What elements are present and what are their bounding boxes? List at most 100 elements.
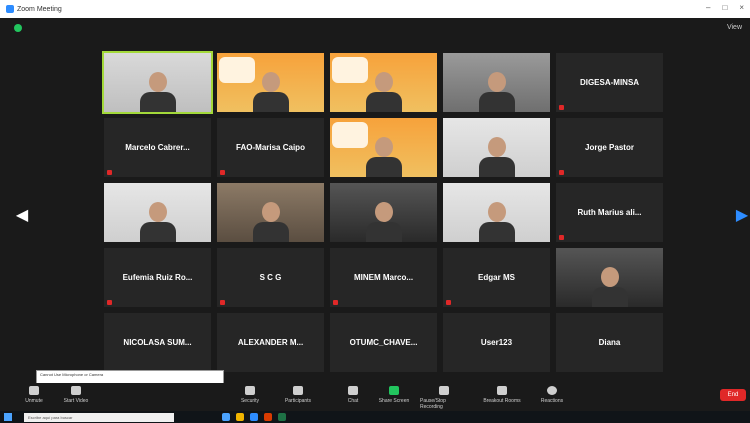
body-shape [252,92,289,112]
muted-microphone-icon [446,300,451,305]
video-feed [443,183,550,242]
participant-tile[interactable] [330,118,437,177]
muted-microphone-icon [559,235,564,240]
participant-tile[interactable] [330,183,437,242]
share-screen-icon [389,386,399,395]
head-shape [487,202,506,222]
participant-name: Diana [598,338,621,347]
participant-tile[interactable]: Edgar MS [443,248,550,307]
muted-microphone-icon [559,170,564,175]
toolbar-button-label: Security [240,398,260,404]
meeting-info-icon[interactable] [14,24,22,32]
participant-tile[interactable]: Marcelo Cabrer... [104,118,211,177]
participant-name: Ruth Marius ali... [577,208,642,217]
head-shape [148,72,167,92]
participant-tile[interactable]: OTUMC_CHAVE... [330,313,437,372]
breakout-rooms-icon [497,386,507,395]
close-button[interactable]: × [739,3,744,12]
video-feed [330,183,437,242]
head-shape [487,72,506,92]
video-feed [104,53,211,112]
maximize-button[interactable]: □ [722,3,727,12]
edge-icon[interactable] [222,413,230,421]
head-shape [374,202,393,222]
video-camera-icon [71,386,81,395]
windows-start-icon[interactable] [4,413,12,421]
participant-video-person [365,68,402,112]
participant-tile[interactable]: FAO-Marisa Caipo [217,118,324,177]
toolbar-button[interactable]: Unmute [10,386,58,410]
participant-tile[interactable] [330,53,437,112]
toolbar-button[interactable]: Breakout Rooms [478,386,526,410]
toolbar-button[interactable]: Security [226,386,274,410]
participant-name: FAO-Marisa Caipo [236,143,305,152]
participant-tile[interactable] [217,183,324,242]
next-page-button[interactable]: ▶ [736,205,748,225]
body-shape [591,287,628,307]
toolbar-button-label: Reactions [540,398,564,404]
participant-tile[interactable] [102,51,213,114]
participant-name: OTUMC_CHAVE... [349,338,418,347]
participant-tile[interactable]: DIGESA-MINSA [556,53,663,112]
folder-icon[interactable] [236,413,244,421]
video-feed [217,183,324,242]
powerpoint-icon[interactable] [264,413,272,421]
participant-video-person [478,198,515,242]
excel-icon[interactable] [278,413,286,421]
toolbar-button[interactable]: Reactions [528,386,576,410]
participant-tile[interactable]: Jorge Pastor [556,118,663,177]
muted-microphone-icon [107,300,112,305]
minimize-button[interactable]: – [706,3,710,12]
previous-page-button[interactable]: ◀ [16,205,28,225]
participant-tile[interactable]: MINEM Marco... [330,248,437,307]
participant-name: Eufemia Ruiz Ro... [122,273,193,282]
head-shape [374,137,393,157]
participant-tile[interactable] [443,183,550,242]
video-feed [104,183,211,242]
muted-microphone-icon [333,300,338,305]
participant-tile[interactable] [443,118,550,177]
participant-name: ALEXANDER M... [237,338,304,347]
participant-tile[interactable]: NICOLASA SUM... [104,313,211,372]
view-button[interactable]: View [727,24,742,31]
toolbar-button[interactable]: Share Screen [370,386,418,410]
virtual-background-banner [332,122,368,148]
head-shape [374,72,393,92]
zoom-icon[interactable] [250,413,258,421]
participant-video-person [252,198,289,242]
window-title: Zoom Meeting [17,5,62,13]
participant-tile[interactable]: Eufemia Ruiz Ro... [104,248,211,307]
toolbar-button-label: Breakout Rooms [483,398,521,404]
participant-tile[interactable]: S C G [217,248,324,307]
participant-name: User123 [480,338,513,347]
video-feed [443,53,550,112]
virtual-background-banner [332,57,368,83]
body-shape [365,222,402,242]
reactions-icon [547,386,557,395]
head-shape [487,137,506,157]
participant-tile[interactable] [556,248,663,307]
head-shape [261,202,280,222]
participant-tile[interactable]: User123 [443,313,550,372]
toolbar-button[interactable]: Pause/Stop Recording [420,386,468,410]
toolbar-button-label: Share Screen [378,398,410,404]
muted-microphone-icon [220,170,225,175]
video-feed [217,53,324,112]
window-title-bar: Zoom Meeting – □ × [0,0,750,18]
muted-microphone-icon [107,170,112,175]
participant-tile[interactable]: Ruth Marius ali... [556,183,663,242]
participant-video-person [252,68,289,112]
end-meeting-button[interactable]: End [720,389,746,401]
participant-video-person [591,263,628,307]
taskbar-search-input[interactable]: Escribe aquí para buscar [24,412,174,422]
toolbar-button[interactable]: Participants [274,386,322,410]
toolbar-button[interactable]: Start Video [52,386,100,410]
participant-tile[interactable]: Diana [556,313,663,372]
microphone-icon [29,386,39,395]
meeting-top-bar: View [0,18,750,38]
participant-tile[interactable] [217,53,324,112]
participant-tile[interactable]: ALEXANDER M... [217,313,324,372]
participant-tile[interactable] [443,53,550,112]
head-shape [148,202,167,222]
participant-tile[interactable] [104,183,211,242]
